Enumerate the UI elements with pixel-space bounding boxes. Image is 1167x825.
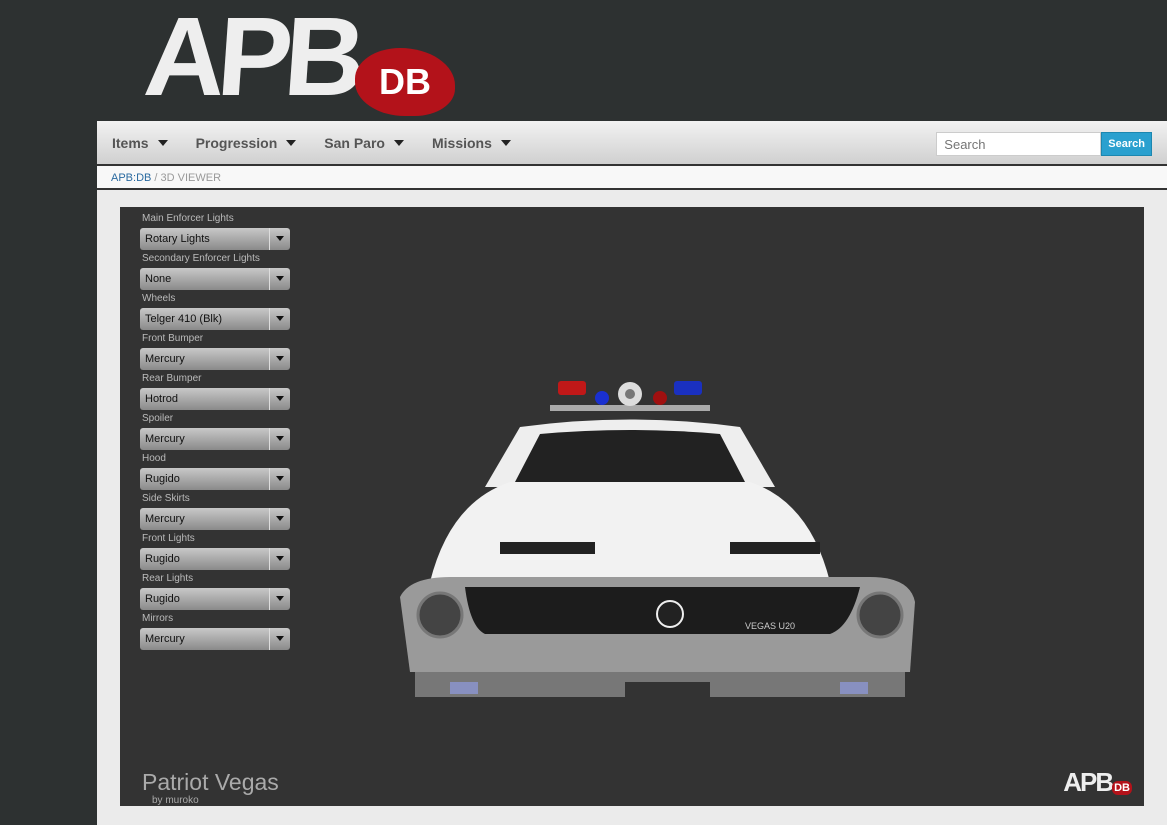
main-nav: Items Progression San Paro Missions Sear…: [97, 121, 1167, 166]
option-group: Mirrors Mercury: [140, 613, 290, 650]
dropdown-arrow-icon[interactable]: [269, 388, 290, 410]
car-model: VEGAS U20: [400, 381, 915, 720]
breadcrumb-current: 3D VIEWER: [160, 172, 222, 184]
option-label: Wheels: [142, 293, 176, 304]
option-label: Main Enforcer Lights: [142, 213, 234, 224]
breadcrumb: APB:DB / 3D VIEWER: [97, 166, 1167, 190]
vehicle-author: by muroko: [152, 795, 199, 806]
option-label: Hood: [142, 453, 166, 464]
option-select[interactable]: Rugido: [140, 588, 290, 610]
option-group: Secondary Enforcer Lights None: [140, 253, 290, 290]
dropdown-arrow-icon[interactable]: [269, 588, 290, 610]
option-select[interactable]: Rotary Lights: [140, 228, 290, 250]
option-label: Secondary Enforcer Lights: [142, 253, 260, 264]
caret-down-icon: [157, 139, 168, 146]
dropdown-arrow-icon[interactable]: [269, 628, 290, 650]
option-select[interactable]: Mercury: [140, 348, 290, 370]
dropdown-arrow-icon[interactable]: [269, 308, 290, 330]
dropdown-arrow-icon[interactable]: [269, 428, 290, 450]
option-label: Mirrors: [142, 613, 174, 624]
svg-text:VEGAS U20: VEGAS U20: [745, 621, 795, 631]
search-input[interactable]: [936, 132, 1102, 156]
option-label: Rear Bumper: [142, 373, 202, 384]
dropdown-arrow-icon[interactable]: [269, 468, 290, 490]
option-select[interactable]: Hotrod: [140, 388, 290, 410]
nav-san-paro[interactable]: San Paro: [324, 135, 404, 151]
3d-viewer[interactable]: Main Enforcer Lights Rotary Lights Seconda…: [120, 207, 1144, 806]
content-panel: Items Progression San Paro Missions Sear…: [97, 121, 1167, 825]
option-group: Front Bumper Mercury: [140, 333, 290, 370]
option-group: Side Skirts Mercury: [140, 493, 290, 530]
option-select[interactable]: Telger 410 (Blk): [140, 308, 290, 330]
dropdown-arrow-icon[interactable]: [269, 508, 290, 530]
nav-progression[interactable]: Progression: [196, 135, 297, 151]
option-label: Rear Lights: [142, 573, 194, 584]
option-select[interactable]: Rugido: [140, 468, 290, 490]
option-select[interactable]: Mercury: [140, 628, 290, 650]
search-button[interactable]: Search: [1101, 132, 1152, 156]
watermark-logo: APB DB: [1063, 767, 1132, 797]
option-select[interactable]: Mercury: [140, 428, 290, 450]
option-group: Rear Lights Rugido: [140, 573, 290, 610]
dropdown-arrow-icon[interactable]: [269, 228, 290, 250]
caret-down-icon: [286, 139, 297, 146]
option-select[interactable]: Rugido: [140, 548, 290, 570]
nav-items[interactable]: Items: [112, 135, 168, 151]
option-select[interactable]: Mercury: [140, 508, 290, 530]
nav-missions[interactable]: Missions: [432, 135, 511, 151]
search-form: Search: [936, 132, 1152, 156]
vehicle-title: Patriot Vegas: [142, 769, 279, 795]
option-label: Spoiler: [142, 413, 174, 424]
option-group: Spoiler Mercury: [140, 413, 290, 450]
dropdown-arrow-icon[interactable]: [269, 268, 290, 290]
option-label: Side Skirts: [142, 493, 190, 504]
option-group: Front Lights Rugido: [140, 533, 290, 570]
site-logo[interactable]: APB DB: [140, 0, 480, 119]
option-label: Front Bumper: [142, 333, 204, 344]
option-group: Wheels Telger 410 (Blk): [140, 293, 290, 330]
option-select[interactable]: None: [140, 268, 290, 290]
option-label: Front Lights: [142, 533, 195, 544]
option-group: Hood Rugido: [140, 453, 290, 490]
caret-down-icon: [393, 139, 404, 146]
dropdown-arrow-icon[interactable]: [269, 548, 290, 570]
caret-down-icon: [500, 139, 511, 146]
breadcrumb-home[interactable]: APB:DB: [111, 172, 151, 184]
dropdown-arrow-icon[interactable]: [269, 348, 290, 370]
option-group: Main Enforcer Lights Rotary Lights: [140, 213, 290, 250]
option-group: Rear Bumper Hotrod: [140, 373, 290, 410]
